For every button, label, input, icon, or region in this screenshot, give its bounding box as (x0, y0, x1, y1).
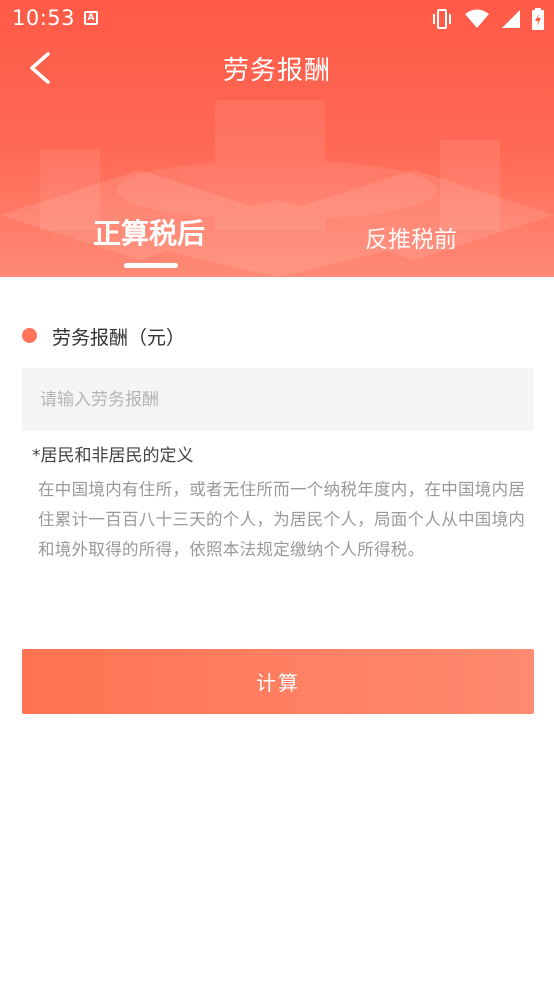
nav-bar: 劳务报酬 (0, 38, 554, 98)
a-app-icon: A (84, 11, 98, 25)
vibrate-icon (432, 9, 451, 29)
tab-bar: 正算税后 反推税前 (0, 210, 554, 277)
status-time: 10:53 (12, 6, 76, 30)
header-banner: 10:53 A 劳务报酬 正算税后 反推税前 (0, 0, 554, 277)
remuneration-input[interactable] (22, 368, 534, 431)
wifi-icon (464, 9, 489, 28)
bullet-dot-icon (22, 328, 37, 343)
field-label: 劳务报酬（元） (52, 327, 186, 349)
battery-icon (532, 8, 544, 30)
status-bar: 10:53 A (0, 0, 554, 38)
tab-reverse-calc[interactable]: 反推税前 (365, 220, 457, 254)
active-tab-indicator (124, 263, 178, 268)
definition-text: 在中国境内有住所，或者无住所而一个纳税年度内，在中国境内居住累计一百百八十三天的… (38, 480, 526, 559)
signal-icon (501, 10, 520, 28)
page-title: 劳务报酬 (222, 56, 331, 86)
tab-forward-calc[interactable]: 正算税后 (93, 212, 205, 252)
definition-title: *居民和非居民的定义 (32, 446, 194, 466)
calculate-button[interactable]: 计算 (22, 649, 534, 714)
status-icons (425, 8, 544, 30)
